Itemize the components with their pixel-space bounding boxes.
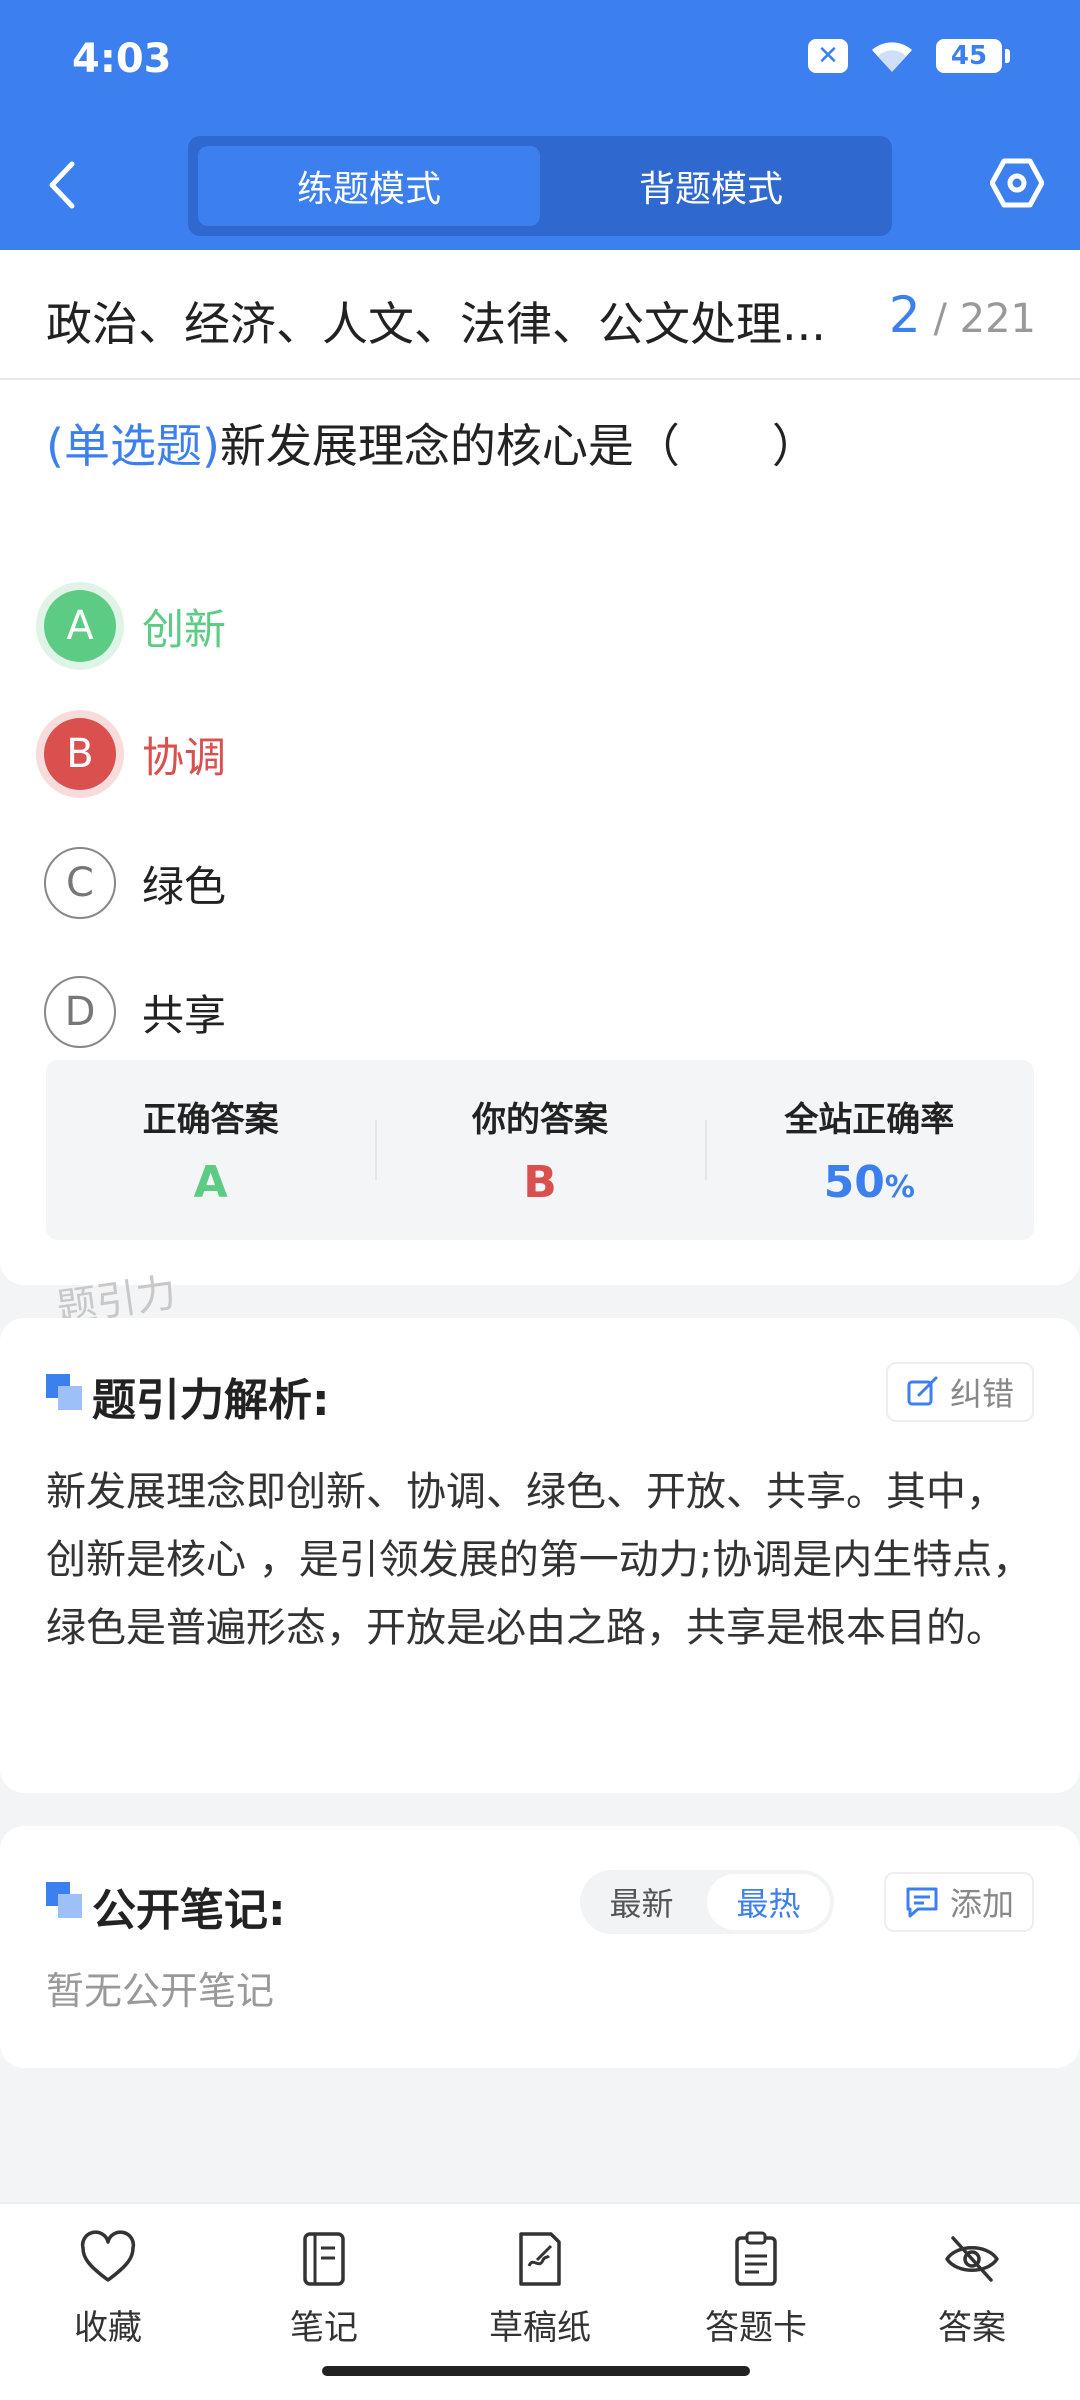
site-accuracy-col: 全站正确率 50% <box>704 1060 1034 1240</box>
mode-switch: 练题模式 背题模式 <box>188 136 892 236</box>
divider <box>0 378 1080 380</box>
report-error-label: 纠错 <box>949 1375 1014 1413</box>
correct-answer-value: A <box>193 1157 228 1208</box>
option-b-letter: B <box>44 718 116 790</box>
back-arrow-icon[interactable] <box>40 150 90 220</box>
nav-favorite[interactable]: 收藏 <box>28 2230 188 2349</box>
battery-icon: 45 <box>936 39 1010 73</box>
question-card: 政治、经济、人文、法律、公文处理... 2 / 221 (单选题)新发展理念的核… <box>0 250 1080 1285</box>
my-answer-value: B <box>523 1157 557 1208</box>
tab-memorize-mode[interactable]: 背题模式 <box>540 146 882 226</box>
nav-show-answer[interactable]: 答案 <box>892 2230 1052 2349</box>
option-d-text: 共享 <box>142 990 227 1040</box>
question-type: (单选题) <box>46 419 220 473</box>
sort-latest[interactable]: 最新 <box>580 1870 703 1934</box>
option-c[interactable]: C 绿色 <box>44 843 226 923</box>
accuracy-number: 50 <box>823 1157 885 1208</box>
correct-answer-label: 正确答案 <box>142 1100 279 1140</box>
sort-hottest[interactable]: 最热 <box>707 1874 830 1930</box>
option-d-letter: D <box>44 976 116 1048</box>
section-square-icon <box>46 1882 82 1918</box>
draft-paper-icon <box>519 2232 561 2286</box>
counter-separator: / <box>933 296 947 342</box>
nav-answer-sheet[interactable]: 答题卡 <box>676 2230 836 2349</box>
current-index: 2 <box>888 286 921 344</box>
option-a[interactable]: A 创新 <box>44 586 226 666</box>
settings-hexagon-icon[interactable] <box>990 156 1044 210</box>
analysis-title: 题引力解析: <box>92 1375 330 1426</box>
tab-practice-mode[interactable]: 练题模式 <box>198 146 540 226</box>
analysis-card: 题引力解析: 纠错 新发展理念即创新、协调、绿色、开放、共享。其中， 创新是核心… <box>0 1318 1080 1793</box>
home-indicator[interactable] <box>322 2366 750 2376</box>
nav-draft-paper-label: 草稿纸 <box>489 2308 591 2348</box>
option-b[interactable]: B 协调 <box>44 714 226 794</box>
nav-favorite-label: 收藏 <box>74 2308 142 2348</box>
heart-icon <box>80 2230 136 2282</box>
correct-answer-col: 正确答案 A <box>46 1060 375 1240</box>
site-accuracy-label: 全站正确率 <box>784 1100 955 1140</box>
answer-sheet-icon <box>735 2231 777 2286</box>
nav-answer-sheet-label: 答题卡 <box>705 2308 807 2348</box>
edit-icon <box>907 1376 938 1406</box>
comment-icon <box>906 1887 938 1918</box>
sim-off-icon: ✕ <box>808 39 848 73</box>
battery-level: 45 <box>950 41 988 71</box>
wifi-icon <box>872 42 912 72</box>
eye-off-icon <box>945 2236 999 2282</box>
question-counter[interactable]: 2 / 221 <box>889 286 1036 344</box>
empty-notes-text: 暂无公开笔记 <box>46 1969 275 2013</box>
option-c-letter: C <box>44 847 116 919</box>
chapter-title[interactable]: 政治、经济、人文、法律、公文处理... <box>46 288 876 354</box>
accuracy-unit: % <box>884 1170 915 1205</box>
my-answer-col: 你的答案 B <box>375 1060 704 1240</box>
notes-card: 公开笔记: 最新 最热 添加 暂无公开笔记 <box>0 1826 1080 2068</box>
status-time: 4:03 <box>72 36 172 82</box>
option-b-text: 协调 <box>142 732 227 782</box>
report-error-button[interactable]: 纠错 <box>885 1362 1034 1422</box>
add-note-button[interactable]: 添加 <box>883 1872 1034 1932</box>
my-answer-label: 你的答案 <box>471 1100 608 1140</box>
notes-title: 公开笔记: <box>92 1885 286 1936</box>
question-text: 新发展理念的核心是（ ） <box>219 419 818 473</box>
answer-summary: 正确答案 A 你的答案 B 全站正确率 50% <box>46 1060 1034 1240</box>
notes-sort-toggle: 最新 最热 <box>580 1870 834 1934</box>
top-header: 4:03 ✕ 45 练题模式 背题模式 <box>0 0 1080 250</box>
option-a-letter: A <box>44 590 116 662</box>
option-a-text: 创新 <box>142 604 227 654</box>
total-count: 221 <box>959 296 1036 342</box>
status-icons: ✕ 45 <box>808 38 1010 74</box>
section-square-icon <box>46 1374 82 1410</box>
nav-draft-paper[interactable]: 草稿纸 <box>460 2230 620 2349</box>
analysis-text: 新发展理念即创新、协调、绿色、开放、共享。其中， 创新是核心 ，是引领发展的第一… <box>46 1469 1033 1651</box>
site-accuracy-value: 50% <box>824 1157 915 1208</box>
nav-show-answer-label: 答案 <box>938 2308 1006 2348</box>
nav-notes[interactable]: 笔记 <box>244 2230 404 2349</box>
notebook-icon <box>303 2232 345 2286</box>
question-stem: (单选题)新发展理念的核心是（ ） <box>46 410 818 476</box>
add-note-label: 添加 <box>949 1885 1014 1923</box>
option-c-text: 绿色 <box>142 861 227 911</box>
nav-notes-label: 笔记 <box>290 2308 358 2348</box>
option-d[interactable]: D 共享 <box>44 972 226 1052</box>
